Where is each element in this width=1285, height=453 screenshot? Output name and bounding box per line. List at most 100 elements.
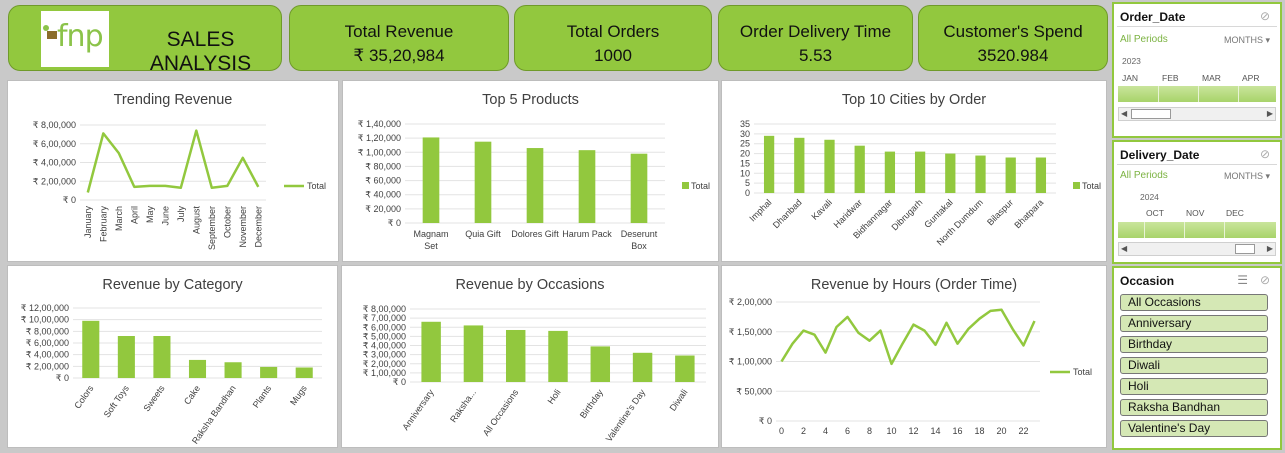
occasion-item[interactable]: Holi [1120, 378, 1268, 395]
timeline-cell[interactable] [1224, 222, 1225, 238]
x-tick-label: 18 [974, 426, 984, 436]
occasion-item[interactable]: Anniversary [1120, 315, 1268, 332]
year-label: 2024 [1140, 192, 1159, 202]
scroll-left-icon[interactable]: ◀ [1121, 108, 1127, 120]
legend-label: Total [691, 181, 710, 191]
bar [590, 346, 611, 382]
y-tick-label: 30 [740, 129, 750, 139]
x-tick-label: Birthday [578, 387, 605, 420]
x-tick-label: Harum Pack [562, 229, 612, 239]
legend-swatch [1073, 182, 1080, 189]
bar [630, 153, 648, 223]
bar [224, 362, 242, 378]
x-tick-label: 20 [996, 426, 1006, 436]
timeline-bar[interactable] [1118, 86, 1276, 102]
timeline-cell[interactable] [1198, 86, 1199, 102]
scroll-thumb[interactable] [1235, 244, 1255, 254]
time-level-dropdown[interactable]: MONTHS ▾ [1224, 171, 1270, 182]
legend-label: Total [307, 181, 326, 191]
x-tick-label: December [253, 206, 263, 248]
chart-revenue-by-hours[interactable]: Revenue by Hours (Order Time) ₹ 2,00,000… [721, 265, 1107, 448]
x-tick-label: Quia Gift [465, 229, 501, 239]
title-card: fnp SALES ANALYSIS [8, 5, 282, 75]
x-tick-label: Cake [182, 383, 202, 406]
kpi-customer-spend: Customer's Spend 3520.984 [918, 5, 1108, 71]
logo-text: fnp [57, 19, 104, 54]
y-tick-label: ₹ 1,20,000 [358, 133, 401, 143]
occasion-item[interactable]: All Occasions [1120, 294, 1268, 311]
chart-trending-revenue[interactable]: Trending Revenue ₹ 8,00,000 ₹ 6,00,000 ₹ 4… [7, 80, 339, 262]
month-label: JAN [1122, 73, 1139, 83]
bar [82, 320, 100, 378]
bar [1005, 157, 1016, 193]
clear-filter-icon[interactable]: ⊘ [1260, 9, 1270, 23]
bar [914, 151, 926, 193]
y-tick-label: ₹ 12,00,000 [21, 303, 69, 313]
slicer-divider [1117, 164, 1277, 165]
x-tick-label: Magnam Set [413, 229, 448, 251]
bar [153, 336, 171, 378]
y-tick-label: ₹ 80,000 [365, 161, 401, 171]
bar [474, 141, 492, 223]
bar [824, 139, 835, 193]
timeline-scrollbar[interactable]: ◀ ▶ [1118, 107, 1276, 121]
bar [260, 366, 278, 378]
logo-basket-icon [47, 31, 57, 39]
timeline-scrollbar[interactable]: ◀ ▶ [1118, 242, 1276, 256]
scroll-right-icon[interactable]: ▶ [1267, 243, 1273, 255]
y-tick-label: ₹ 8,00,000 [33, 120, 76, 130]
timeline-cell[interactable] [1158, 86, 1159, 102]
occasion-item[interactable]: Raksha Bandhan [1120, 399, 1268, 416]
scroll-left-icon[interactable]: ◀ [1121, 243, 1127, 255]
slicer-title: Occasion [1120, 274, 1175, 288]
y-tick-label: ₹ 4,00,000 [26, 350, 69, 360]
x-tick-label: Imphal [747, 197, 773, 223]
timeline-cell[interactable] [1184, 222, 1185, 238]
time-level-label: MONTHS [1223, 171, 1263, 181]
occasion-item[interactable]: Birthday [1120, 336, 1268, 353]
chart-revenue-by-category[interactable]: Revenue by Category ₹ 12,00,000 ₹ 10,00,0… [7, 265, 338, 448]
y-tick-label: 35 [740, 119, 750, 129]
y-tick-label: 10 [740, 168, 750, 178]
occasion-item[interactable]: Diwali [1120, 357, 1268, 374]
x-tick-label: October [222, 206, 232, 238]
scroll-thumb[interactable] [1131, 109, 1171, 119]
timeline-cell[interactable] [1144, 222, 1145, 238]
multi-select-icon[interactable]: ☰ [1237, 273, 1248, 287]
series-line [780, 308, 1036, 366]
y-tick-label: ₹ 2,00,000 [729, 297, 772, 307]
bar [422, 137, 440, 223]
all-periods-label[interactable]: All Periods [1120, 170, 1168, 181]
chart-revenue-by-occasions[interactable]: Revenue by Occasions ₹ 8,00,000 ₹ 7,00,00… [341, 265, 719, 448]
y-tick-label: 20 [740, 149, 750, 159]
occasion-item[interactable]: Valentine's Day [1120, 420, 1268, 437]
kpi-total-orders: Total Orders 1000 [514, 5, 712, 71]
y-tick-label: ₹ 1,50,000 [729, 327, 772, 337]
timeline-cell[interactable] [1238, 86, 1239, 102]
bar [632, 352, 653, 382]
legend-swatch [682, 182, 689, 189]
slicer-occasion[interactable]: Occasion ☰ ⊘ All Occasions Anniversary B… [1112, 266, 1282, 450]
top-products-plot: ₹ 1,40,000 ₹ 1,20,000 ₹ 1,00,000 ₹ 80,000 ₹ … [358, 119, 710, 251]
kpi-value: ₹ 35,20,984 [353, 46, 445, 65]
bar [505, 329, 526, 382]
bar [463, 325, 484, 382]
y-tick-label: ₹ 6,00,000 [33, 139, 76, 149]
chart-top-10-cities[interactable]: Top 10 Cities by Order 35 30 25 20 15 10 5 0 Imp… [721, 80, 1107, 262]
slicer-delivery-date[interactable]: Delivery_Date ⊘ All Periods MONTHS ▾ 202… [1112, 140, 1282, 264]
all-periods-label[interactable]: All Periods [1120, 34, 1168, 45]
scroll-right-icon[interactable]: ▶ [1267, 108, 1273, 120]
chart-top-5-products[interactable]: Top 5 Products ₹ 1,40,000 ₹ 1,20,000 ₹ 1,0… [342, 80, 719, 262]
x-tick-label: Dhanbad [771, 197, 804, 230]
clear-filter-icon[interactable]: ⊘ [1260, 147, 1270, 161]
category-plot: ₹ 12,00,000 ₹ 10,00,000₹ 8,00,000 ₹ 6,00,0… [21, 303, 322, 446]
bar [548, 330, 568, 382]
timeline-bar[interactable] [1118, 222, 1276, 238]
slicer-order-date[interactable]: Order_Date ⊘ All Periods MONTHS ▾ 2023 J… [1112, 2, 1282, 138]
x-tick-label: Plants [251, 383, 274, 410]
time-level-dropdown[interactable]: MONTHS ▾ [1224, 35, 1270, 46]
bar [975, 155, 986, 193]
kpi-value: 3520.984 [977, 46, 1049, 65]
month-label: OCT [1146, 208, 1164, 218]
clear-filter-icon[interactable]: ⊘ [1260, 273, 1270, 287]
